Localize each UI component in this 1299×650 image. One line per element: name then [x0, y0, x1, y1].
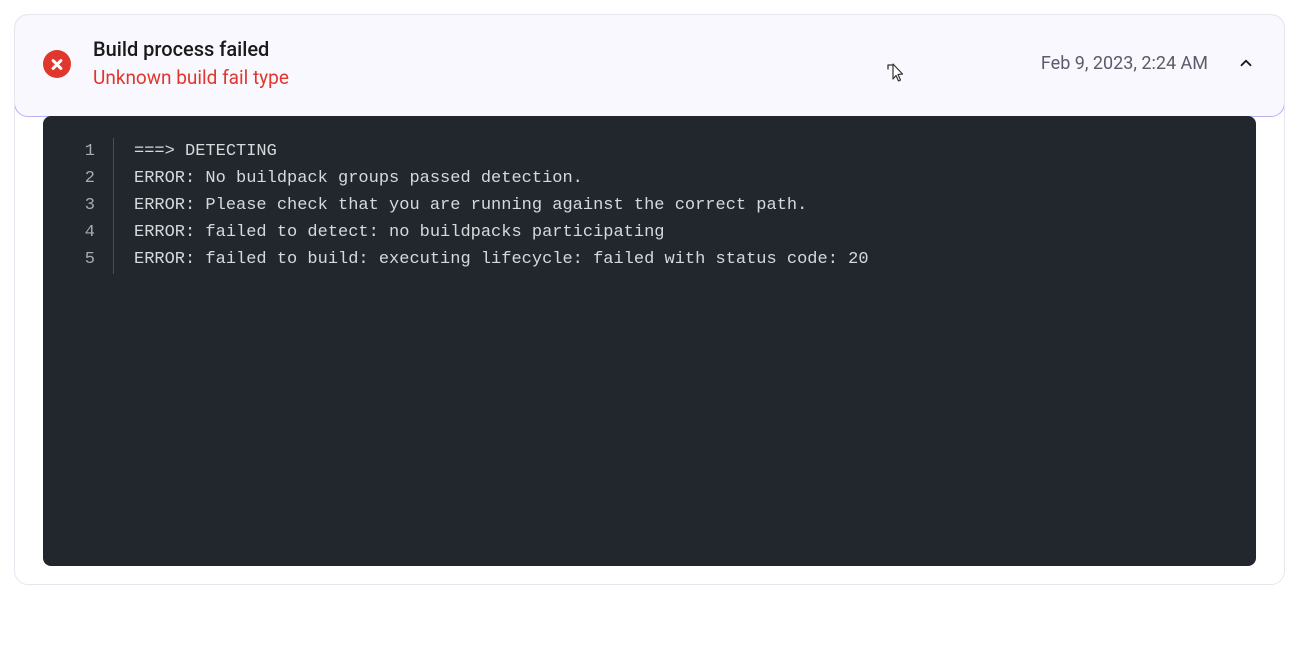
- header-text: Build process failed Unknown build fail …: [93, 35, 1041, 92]
- line-content: ===> DETECTING: [114, 138, 277, 165]
- line-number: 1: [43, 138, 113, 165]
- log-line: 5ERROR: failed to build: executing lifec…: [43, 246, 1256, 273]
- line-number: 4: [43, 219, 113, 246]
- chevron-up-icon: [1237, 54, 1255, 72]
- log-line: 4ERROR: failed to detect: no buildpacks …: [43, 219, 1256, 246]
- build-status-header[interactable]: Build process failed Unknown build fail …: [14, 14, 1285, 117]
- log-line: 2ERROR: No buildpack groups passed detec…: [43, 165, 1256, 192]
- line-number: 2: [43, 165, 113, 192]
- log-line: 3ERROR: Please check that you are runnin…: [43, 192, 1256, 219]
- error-icon: [43, 50, 71, 78]
- build-log-card: Build process failed Unknown build fail …: [14, 14, 1285, 585]
- collapse-toggle[interactable]: [1236, 53, 1256, 73]
- line-content: ERROR: failed to detect: no buildpacks p…: [114, 219, 665, 246]
- log-output-panel: 1===> DETECTING2ERROR: No buildpack grou…: [43, 116, 1256, 566]
- build-timestamp: Feb 9, 2023, 2:24 AM: [1041, 53, 1208, 74]
- error-icon-container: [43, 50, 71, 78]
- line-content: ERROR: No buildpack groups passed detect…: [114, 165, 583, 192]
- line-content: ERROR: failed to build: executing lifecy…: [114, 246, 869, 273]
- status-title: Build process failed: [93, 35, 1041, 63]
- line-content: ERROR: Please check that you are running…: [114, 192, 807, 219]
- log-line: 1===> DETECTING: [43, 138, 1256, 165]
- status-subtitle: Unknown build fail type: [93, 65, 1041, 92]
- line-number: 3: [43, 192, 113, 219]
- line-number: 5: [43, 246, 113, 273]
